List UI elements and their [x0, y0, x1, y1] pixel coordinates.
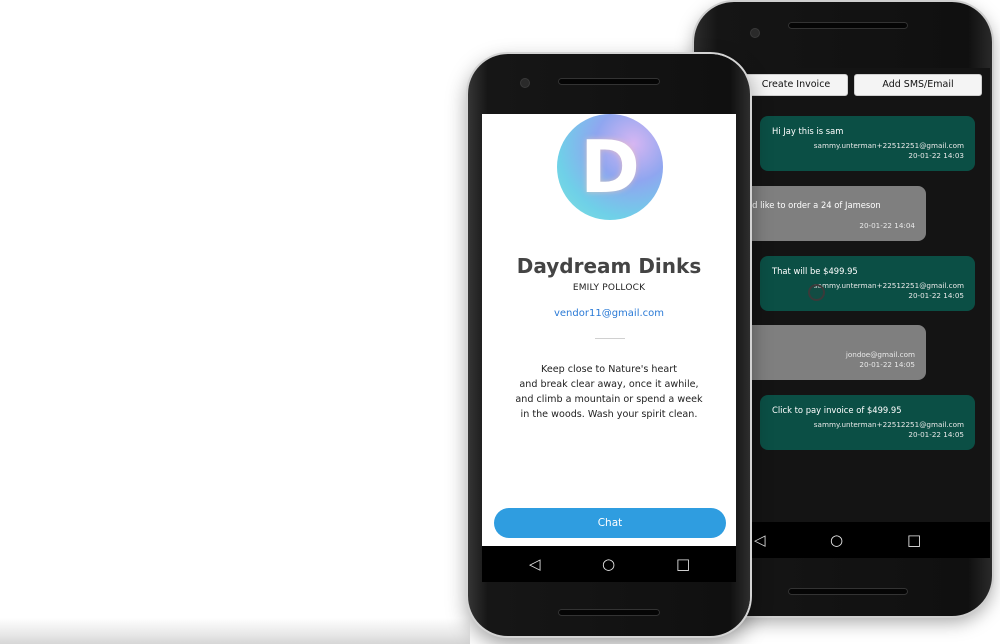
chat-message-incoming: jondoe@gmail.com 20-01-22 14:05 [744, 325, 926, 380]
nav-home-icon[interactable]: ○ [602, 555, 615, 573]
create-invoice-button[interactable]: Create Invoice [744, 74, 848, 96]
message-timestamp: 20-01-22 14:05 [859, 359, 915, 369]
nav-back-icon[interactable]: ◁ [529, 555, 541, 573]
message-text: , I'd like to order a 24 of Jameson [744, 200, 881, 210]
message-meta: sammy.unterman+22512251@gmail.com 20-01-… [814, 420, 964, 439]
message-timestamp: 20-01-22 14:05 [908, 429, 964, 439]
android-nav-bar: ◁ ○ □ [482, 546, 736, 582]
avatar-letter: D [580, 125, 640, 209]
android-nav-bar: ◁ ○ □ [744, 522, 990, 558]
quote-line: in the woods. Wash your spirit clean. [520, 409, 698, 420]
nav-recents-icon[interactable]: □ [676, 555, 690, 573]
chat-message-outgoing: That will be $499.95 sammy.unterman+2251… [760, 256, 975, 311]
touch-pointer-icon [808, 284, 825, 301]
pay-invoice-message[interactable]: Click to pay invoice of $499.95 sammy.un… [760, 395, 975, 450]
message-sender: sammy.unterman+22512251@gmail.com [813, 420, 964, 429]
business-name: Daydream Dinks [516, 254, 702, 278]
earpiece-speaker [788, 22, 908, 29]
vendor-email-link[interactable]: vendor11@gmail.com [482, 308, 736, 319]
chat-screen: Create Invoice Add SMS/Email Hi Jay this… [744, 68, 990, 558]
nav-back-icon[interactable]: ◁ [754, 531, 766, 549]
nav-recents-icon[interactable]: □ [907, 531, 921, 549]
owner-name: EMILY POLLOCK [572, 283, 646, 293]
bottom-speaker [558, 609, 660, 616]
message-meta: sammy.unterman+22512251@gmail.com 20-01-… [814, 281, 964, 300]
profile-quote: Keep close to Nature's heart and break c… [502, 362, 716, 422]
message-text: Click to pay invoice of $499.95 [772, 405, 902, 415]
message-timestamp: 20-01-22 14:03 [908, 150, 964, 160]
chat-message-incoming: , I'd like to order a 24 of Jameson 20-0… [744, 186, 926, 241]
divider [595, 338, 625, 339]
message-meta: sammy.unterman+22512251@gmail.com 20-01-… [814, 141, 964, 160]
profile-phone-device: D Daydream Dinks EMILY POLLOCK vendor11@… [468, 54, 750, 636]
message-sender: sammy.unterman+22512251@gmail.com [813, 281, 964, 290]
nav-home-icon[interactable]: ○ [830, 531, 843, 549]
floor-shadow [0, 618, 470, 644]
chat-action-bar: Create Invoice Add SMS/Email [744, 74, 990, 96]
business-logo-avatar: D [557, 114, 663, 220]
message-sender: jondoe@gmail.com [845, 350, 915, 359]
message-timestamp: 20-01-22 14:05 [908, 290, 964, 300]
message-meta: 20-01-22 14:04 [859, 221, 915, 231]
quote-line: and break clear away, once it awhile, [519, 379, 699, 390]
message-timestamp: 20-01-22 14:04 [859, 221, 915, 230]
quote-line: Keep close to Nature's heart [541, 364, 677, 375]
earpiece-speaker [558, 78, 660, 85]
quote-line: and climb a mountain or spend a week [515, 394, 703, 405]
bottom-speaker [788, 588, 908, 595]
chat-message-outgoing: Hi Jay this is sam sammy.unterman+225122… [760, 116, 975, 171]
message-text: Hi Jay this is sam [772, 126, 844, 136]
message-meta: jondoe@gmail.com 20-01-22 14:05 [846, 350, 915, 369]
message-sender: sammy.unterman+22512251@gmail.com [813, 141, 964, 150]
profile-screen: D Daydream Dinks EMILY POLLOCK vendor11@… [482, 114, 736, 582]
add-sms-email-button[interactable]: Add SMS/Email [854, 74, 982, 96]
message-text: That will be $499.95 [772, 266, 858, 276]
camera-icon [520, 78, 530, 88]
chat-button[interactable]: Chat [494, 508, 726, 538]
camera-icon [750, 28, 760, 38]
